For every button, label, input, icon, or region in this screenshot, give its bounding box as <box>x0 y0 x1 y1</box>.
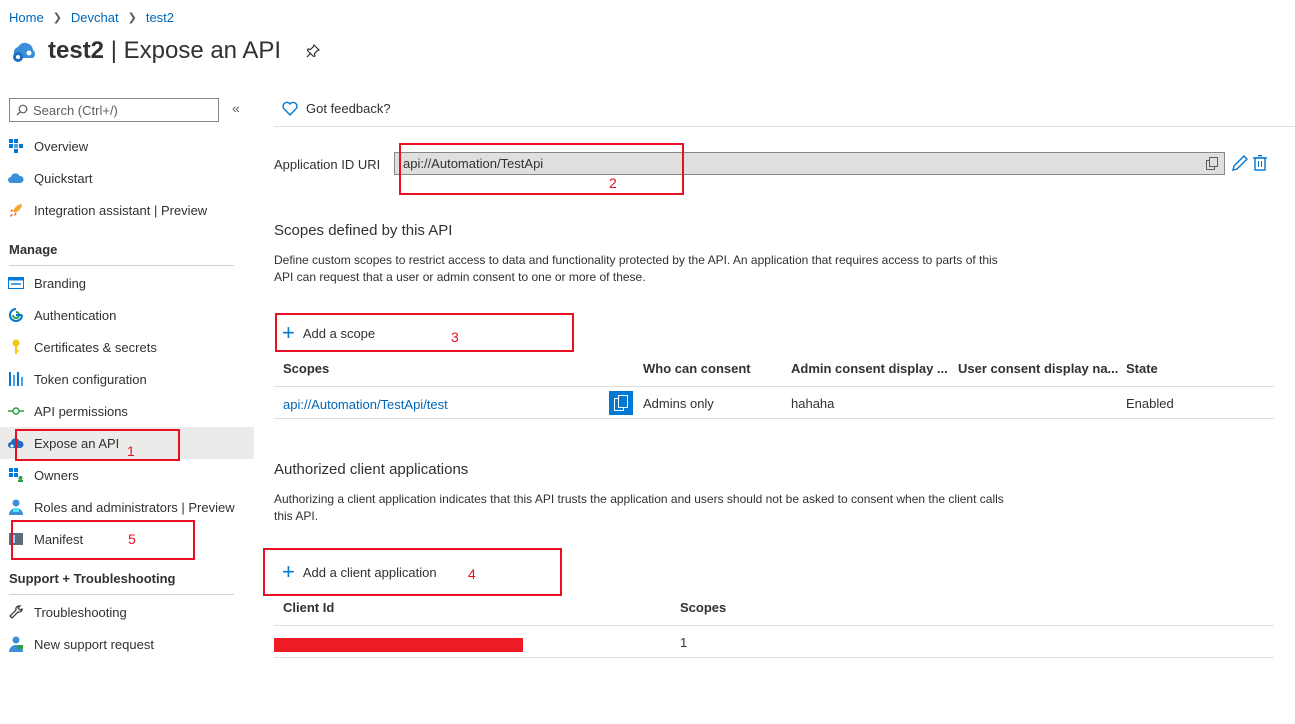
chevron-right-icon: ❯ <box>52 12 62 24</box>
annotation-number-4: 4 <box>468 566 476 582</box>
search-icon <box>16 104 28 116</box>
scopes-description: Define custom scopes to restrict access … <box>274 253 998 284</box>
copy-scope-button[interactable] <box>609 391 633 415</box>
search-placeholder: Search (Ctrl+/) <box>33 102 118 118</box>
sidebar-item-authentication[interactable]: Authentication <box>0 299 254 331</box>
scope-link[interactable]: api://Automation/TestApi/test <box>283 397 448 412</box>
api-permissions-icon <box>8 403 24 419</box>
edit-pencil-icon[interactable] <box>1232 155 1248 171</box>
overview-grid-icon <box>8 138 24 154</box>
clients-description: Authorizing a client application indicat… <box>274 492 1004 523</box>
app-id-uri-label: Application ID URI <box>274 157 381 172</box>
sidebar-item-token-configuration[interactable]: Token configuration <box>0 363 254 395</box>
sidebar-item-overview[interactable]: Overview <box>0 130 254 162</box>
sidebar-item-label: Certificates & secrets <box>34 339 157 355</box>
page-title: test2 | Expose an API <box>48 37 282 64</box>
annotation-box-5 <box>11 520 195 560</box>
sidebar-item-label: Integration assistant | Preview <box>34 202 208 218</box>
delete-trash-icon[interactable] <box>1253 155 1267 171</box>
scope-admin-display: hahaha <box>791 396 835 411</box>
sidebar-item-label: API permissions <box>34 403 128 419</box>
sidebar-item-owners[interactable]: Owners <box>0 459 254 491</box>
column-header-scopes[interactable]: Scopes <box>283 361 329 376</box>
sidebar-item-label: Branding <box>34 275 87 291</box>
sidebar-item-label: Authentication <box>34 307 117 323</box>
sidebar-item-label: Roles and administrators | Preview <box>34 499 235 515</box>
collapse-sidebar-button[interactable]: « <box>232 100 240 116</box>
sidebar-item-quickstart[interactable]: Quickstart <box>0 162 254 194</box>
sidebar-item-troubleshooting[interactable]: Troubleshooting <box>0 596 254 628</box>
support-person-icon <box>8 636 24 652</box>
annotation-box-1 <box>15 429 180 461</box>
annotation-box-3 <box>275 313 574 352</box>
scope-state: Enabled <box>1126 396 1174 411</box>
annotation-number-3: 3 <box>451 329 459 345</box>
page-header: test2 | Expose an API <box>9 36 321 66</box>
column-header-who-can-consent[interactable]: Who can consent <box>643 361 751 376</box>
annotation-number-1: 1 <box>127 443 135 459</box>
app-cloud-icon <box>13 42 35 62</box>
redacted-client-id <box>274 638 523 652</box>
table-header-divider <box>274 625 1274 626</box>
owners-icon <box>8 467 24 483</box>
annotation-number-5: 5 <box>128 531 136 547</box>
scope-who-can-consent: Admins only <box>643 396 714 411</box>
breadcrumb-app[interactable]: test2 <box>146 10 174 25</box>
column-header-user-consent-display[interactable]: User consent display na... <box>958 361 1118 376</box>
support-section-header: Support + Troubleshooting <box>9 571 234 595</box>
branding-icon <box>8 275 24 291</box>
roles-person-icon <box>8 499 24 515</box>
cloud-icon <box>8 170 24 186</box>
annotation-number-2: 2 <box>609 175 617 191</box>
sidebar-item-label: Troubleshooting <box>34 604 127 620</box>
token-bars-icon <box>8 371 24 387</box>
manage-section-header: Manage <box>9 242 234 266</box>
wrench-icon <box>8 604 24 620</box>
sidebar-item-label: New support request <box>34 636 154 652</box>
sidebar-item-certificates[interactable]: Certificates & secrets <box>0 331 254 363</box>
pin-icon[interactable] <box>305 43 321 59</box>
sidebar-item-branding[interactable]: Branding <box>0 267 254 299</box>
scopes-section-title: Scopes defined by this API <box>274 222 453 239</box>
chevron-right-icon: ❯ <box>127 12 137 24</box>
breadcrumb-devchat[interactable]: Devchat <box>71 10 119 25</box>
sidebar-item-label: Overview <box>34 138 89 154</box>
feedback-button[interactable]: Got feedback? <box>282 101 391 116</box>
column-header-client-id[interactable]: Client Id <box>283 600 334 615</box>
copy-icon <box>614 395 628 411</box>
breadcrumb: Home ❯ Devchat ❯ test2 <box>9 10 174 25</box>
rocket-icon <box>8 202 24 218</box>
divider <box>274 126 1295 127</box>
clients-section-title: Authorized client applications <box>274 461 469 478</box>
column-header-client-scopes[interactable]: Scopes <box>680 600 726 615</box>
key-icon <box>8 339 24 355</box>
sidebar-item-label: Quickstart <box>34 170 93 186</box>
copy-icon[interactable] <box>1206 157 1218 170</box>
search-input[interactable]: Search (Ctrl+/) <box>9 98 219 122</box>
table-row-divider <box>274 657 1274 658</box>
column-header-admin-consent-display[interactable]: Admin consent display ... <box>791 361 948 376</box>
table-header-divider <box>274 386 1274 387</box>
sidebar-item-roles-and-administrators[interactable]: Roles and administrators | Preview <box>0 491 254 523</box>
client-scopes-count: 1 <box>680 635 688 650</box>
annotation-box-2 <box>399 143 684 195</box>
sidebar-item-integration-assistant[interactable]: Integration assistant | Preview <box>0 194 254 226</box>
feedback-label: Got feedback? <box>306 101 391 116</box>
table-row-divider <box>274 418 1274 419</box>
authentication-icon <box>8 307 24 323</box>
heart-icon <box>282 101 298 116</box>
breadcrumb-home[interactable]: Home <box>9 10 44 25</box>
annotation-box-4 <box>263 548 562 596</box>
sidebar-item-label: Owners <box>34 467 79 483</box>
sidebar-item-api-permissions[interactable]: API permissions <box>0 395 254 427</box>
sidebar-item-new-support-request[interactable]: New support request <box>0 628 254 660</box>
sidebar-item-label: Token configuration <box>34 371 147 387</box>
column-header-state[interactable]: State <box>1126 361 1158 376</box>
